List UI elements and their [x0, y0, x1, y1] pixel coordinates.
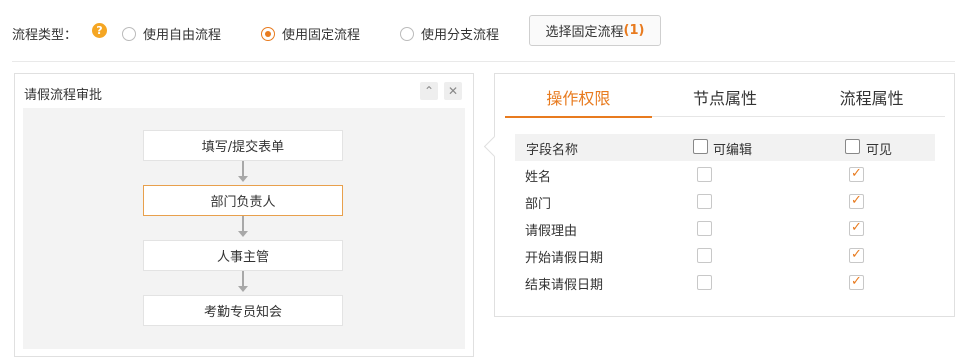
flow-node-submit-form[interactable]: 填写/提交表单: [143, 130, 343, 161]
select-all-editable-checkbox[interactable]: [693, 139, 708, 154]
flow-canvas: 填写/提交表单 部门负责人 人事主管 考勤专员知会: [23, 108, 465, 349]
properties-tabs: 操作权限 节点属性 流程属性: [505, 86, 945, 118]
field-row-name: 结束请假日期: [525, 278, 604, 293]
visible-checkbox[interactable]: [849, 221, 864, 236]
editable-checkbox[interactable]: [697, 275, 712, 290]
permissions-table-header: 字段名称 可编辑 可见: [515, 134, 935, 161]
header-field-name: 字段名称: [526, 143, 579, 158]
flow-node-attendance-clerk[interactable]: 考勤专员知会: [143, 295, 343, 326]
flow-connector: [242, 216, 244, 231]
flow-panel: 请假流程审批 ⌃ ✕ 填写/提交表单 部门负责人 人事主管 考勤专员知会: [14, 73, 474, 357]
flow-connector: [242, 161, 244, 176]
visible-checkbox[interactable]: [849, 248, 864, 263]
visible-checkbox[interactable]: [849, 194, 864, 209]
radio-fixed-process-label: 使用固定流程: [282, 28, 361, 43]
field-row-name: 部门: [525, 197, 552, 212]
editable-checkbox[interactable]: [697, 221, 712, 236]
select-fixed-process-button[interactable]: 选择固定流程 (1): [529, 15, 661, 46]
properties-panel: 操作权限 节点属性 流程属性 字段名称 可编辑 可见 姓名 部门 请假理由 开始…: [483, 73, 955, 317]
field-row-name: 请假理由: [525, 224, 578, 239]
header-editable: 可编辑: [713, 143, 753, 158]
arrow-down-icon: [238, 286, 248, 292]
fixed-process-count: (1): [623, 23, 645, 38]
field-row-name: 开始请假日期: [525, 251, 604, 266]
process-type-label: 流程类型：: [12, 28, 78, 43]
radio-checked-icon[interactable]: [261, 26, 275, 41]
radio-branch-process[interactable]: 使用分支流程: [400, 24, 499, 43]
radio-free-process[interactable]: 使用自由流程: [122, 24, 221, 43]
visible-checkbox[interactable]: [849, 275, 864, 290]
editable-checkbox[interactable]: [697, 167, 712, 182]
radio-unchecked-icon[interactable]: [122, 26, 136, 41]
field-row-name: 姓名: [525, 170, 552, 185]
editable-checkbox[interactable]: [697, 248, 712, 263]
close-icon[interactable]: ✕: [444, 82, 462, 100]
help-icon[interactable]: ?: [92, 23, 107, 38]
tab-operation-permissions[interactable]: 操作权限: [505, 86, 652, 118]
select-fixed-process-label: 选择固定流程: [545, 25, 624, 40]
top-divider: [12, 61, 955, 62]
radio-unchecked-icon[interactable]: [400, 26, 414, 41]
arrow-down-icon: [238, 231, 248, 237]
tab-process-properties[interactable]: 流程属性: [798, 86, 945, 116]
radio-free-process-label: 使用自由流程: [143, 28, 222, 43]
visible-checkbox[interactable]: [849, 167, 864, 182]
editable-checkbox[interactable]: [697, 194, 712, 209]
radio-branch-process-label: 使用分支流程: [421, 28, 500, 43]
arrow-down-icon: [238, 176, 248, 182]
radio-fixed-process[interactable]: 使用固定流程: [261, 24, 360, 43]
collapse-icon[interactable]: ⌃: [420, 82, 438, 100]
select-all-visible-checkbox[interactable]: [845, 139, 860, 154]
flow-node-department-head[interactable]: 部门负责人: [143, 185, 343, 216]
flow-panel-title: 请假流程审批: [24, 88, 103, 103]
header-visible: 可见: [866, 143, 893, 158]
flow-node-hr-supervisor[interactable]: 人事主管: [143, 240, 343, 271]
flow-connector: [242, 271, 244, 286]
tab-node-properties[interactable]: 节点属性: [652, 86, 799, 116]
panel-callout-pointer: [483, 135, 506, 158]
